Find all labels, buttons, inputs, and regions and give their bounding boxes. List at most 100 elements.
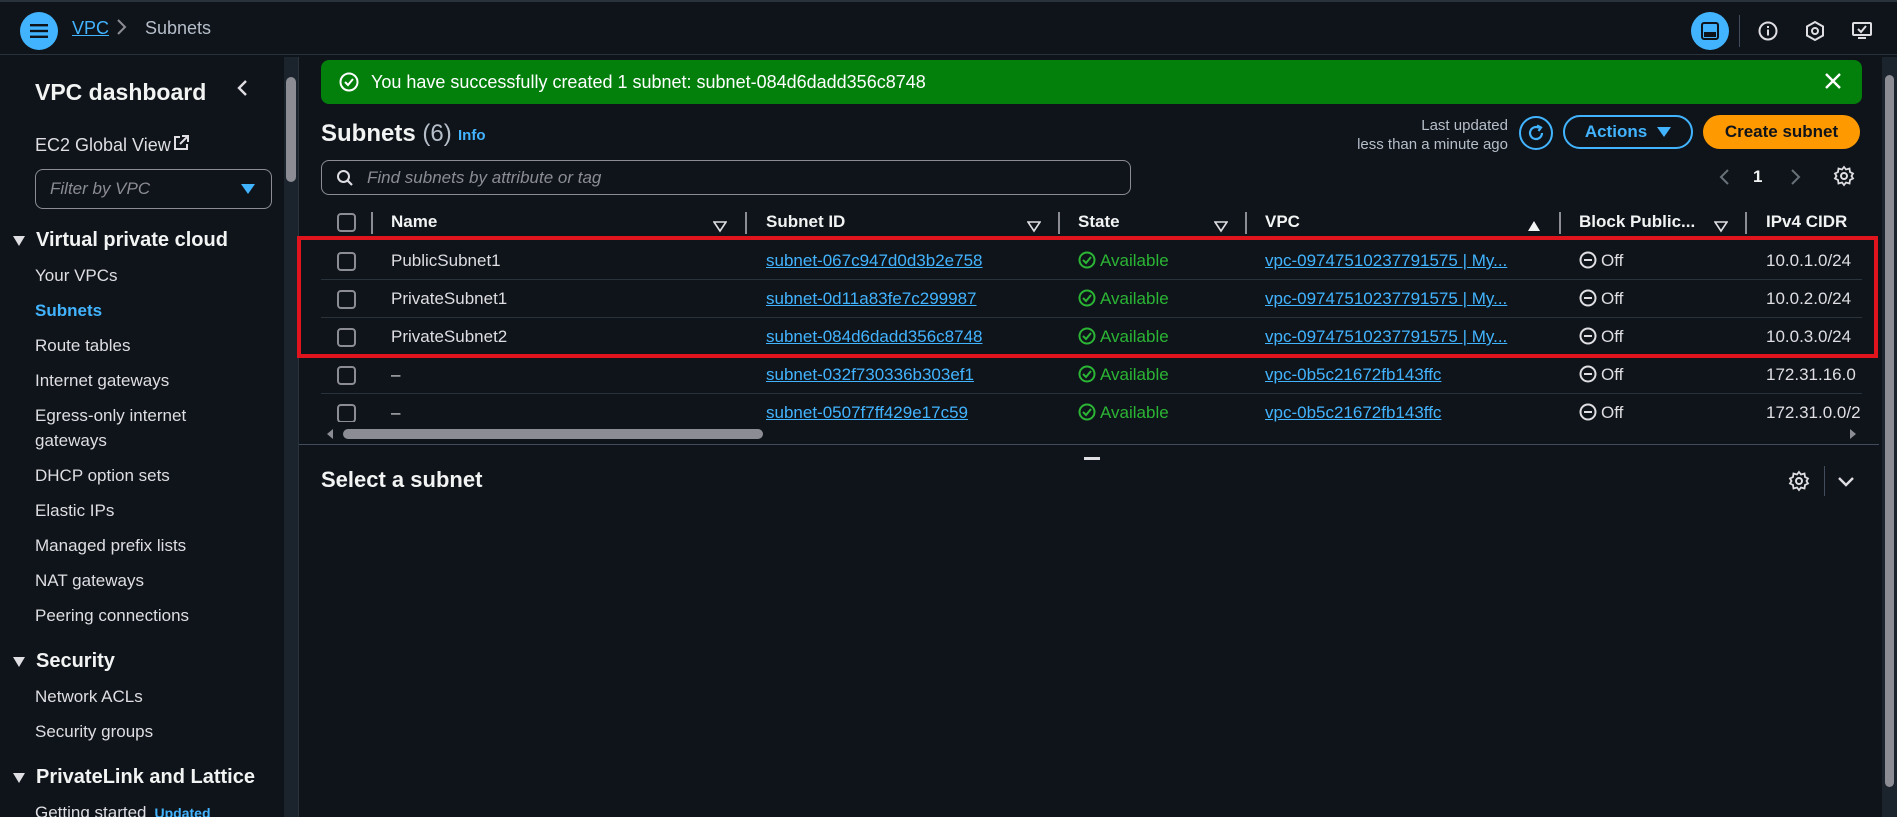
previous-page-icon[interactable] bbox=[1718, 167, 1732, 192]
row-checkbox[interactable] bbox=[337, 366, 356, 385]
gear-icon[interactable] bbox=[1833, 165, 1855, 192]
cell-name: – bbox=[391, 365, 401, 384]
current-page-number[interactable]: 1 bbox=[1753, 167, 1762, 187]
column-divider bbox=[745, 212, 747, 234]
resize-handle[interactable] bbox=[1084, 457, 1100, 460]
next-page-icon[interactable] bbox=[1788, 167, 1802, 192]
caret-down-icon bbox=[13, 656, 25, 667]
cell-ipv4-cidr: 172.31.0.0/2 bbox=[1766, 403, 1861, 422]
sidebar-item-dhcp-option-sets[interactable]: DHCP option sets bbox=[35, 463, 170, 488]
actions-button[interactable]: Actions bbox=[1563, 115, 1693, 149]
page-vertical-scrollbar[interactable] bbox=[1882, 57, 1897, 817]
highlight-annotation-box bbox=[297, 236, 1878, 358]
table-row[interactable]: – subnet-032f730336b303ef1 Available vpc… bbox=[321, 356, 1862, 394]
column-divider bbox=[371, 212, 373, 234]
breadcrumb-current: Subnets bbox=[145, 18, 212, 38]
row-checkbox[interactable] bbox=[337, 404, 356, 422]
block-public-access: Off bbox=[1579, 403, 1623, 422]
vpc-link[interactable]: vpc-0b5c21672fb143ffc bbox=[1265, 365, 1441, 385]
info-link[interactable]: Info bbox=[458, 127, 486, 144]
refresh-icon bbox=[1528, 124, 1544, 141]
sidebar-item-ec2-global-view[interactable]: EC2 Global View bbox=[35, 135, 171, 156]
sidebar-item-elastic-ips[interactable]: Elastic IPs bbox=[35, 498, 114, 523]
close-icon[interactable] bbox=[1822, 70, 1844, 97]
sidebar-item-network-acls[interactable]: Network ACLs bbox=[35, 684, 143, 709]
page-title-text: Subnets bbox=[321, 120, 416, 147]
vpc-filter-placeholder: Filter by VPC bbox=[50, 179, 151, 198]
table-horizontal-scrollbar[interactable] bbox=[321, 427, 1862, 441]
scrollbar-thumb[interactable] bbox=[343, 429, 763, 439]
sidebar-scrollbar[interactable] bbox=[284, 57, 298, 817]
top-navigation-bar: VPC Subnets bbox=[0, 0, 1897, 55]
section-privatelink-and-lattice[interactable]: PrivateLink and Lattice bbox=[13, 766, 255, 789]
sidebar-item-getting-started[interactable]: Getting started Updated bbox=[35, 800, 211, 817]
sort-ascending-icon[interactable] bbox=[1527, 217, 1541, 237]
search-icon bbox=[336, 169, 354, 192]
split-panel-divider bbox=[299, 444, 1879, 445]
sort-icon[interactable] bbox=[1713, 218, 1729, 238]
sidebar-item-route-tables[interactable]: Route tables bbox=[35, 333, 130, 358]
updated-badge: Updated bbox=[154, 805, 211, 817]
collapse-sidebar-icon[interactable] bbox=[232, 77, 254, 104]
column-header-subnet-id[interactable]: Subnet ID bbox=[766, 212, 845, 232]
sidebar-item-internet-gateways[interactable]: Internet gateways bbox=[35, 368, 169, 393]
refresh-button[interactable] bbox=[1519, 116, 1553, 150]
status-badge: Available bbox=[1078, 365, 1169, 385]
section-title: Security bbox=[36, 650, 115, 672]
check-circle-icon bbox=[339, 72, 359, 97]
notifications-icon[interactable] bbox=[1796, 12, 1834, 50]
vpc-link[interactable]: vpc-0b5c21672fb143ffc bbox=[1265, 403, 1441, 422]
section-virtual-private-cloud[interactable]: Virtual private cloud bbox=[13, 229, 228, 252]
subnet-count: (6) bbox=[422, 120, 452, 147]
section-title: Virtual private cloud bbox=[36, 229, 228, 251]
scrollbar-thumb[interactable] bbox=[1885, 75, 1894, 787]
sidebar-item-peering-connections[interactable]: Peering connections bbox=[35, 603, 189, 628]
detail-panel-title: Select a subnet bbox=[321, 467, 483, 492]
cell-name: – bbox=[391, 403, 401, 422]
check-circle-icon bbox=[1078, 365, 1096, 383]
caret-down-icon bbox=[13, 772, 25, 783]
table-header: Name Subnet ID State VPC Block Public...… bbox=[321, 206, 1862, 240]
display-preferences-icon[interactable] bbox=[1843, 12, 1881, 50]
subnet-id-link[interactable]: subnet-032f730336b303ef1 bbox=[766, 365, 974, 385]
caret-down-icon bbox=[1657, 127, 1672, 137]
column-header-ipv4-cidr[interactable]: IPv4 CIDR bbox=[1766, 212, 1847, 232]
split-panel-icon[interactable] bbox=[1691, 12, 1729, 50]
menu-icon[interactable] bbox=[20, 12, 58, 50]
divider bbox=[1824, 466, 1825, 496]
vpc-filter-select[interactable]: Filter by VPC bbox=[35, 169, 272, 209]
flash-message: You have successfully created 1 subnet: … bbox=[371, 72, 926, 92]
subnet-id-link[interactable]: subnet-0507f7ff429e17c59 bbox=[766, 403, 968, 422]
create-subnet-button[interactable]: Create subnet bbox=[1703, 115, 1860, 149]
column-header-vpc[interactable]: VPC bbox=[1265, 212, 1300, 232]
search-input[interactable]: Find subnets by attribute or tag bbox=[321, 160, 1131, 195]
column-header-state[interactable]: State bbox=[1078, 212, 1120, 232]
sort-icon[interactable] bbox=[1026, 218, 1042, 238]
sidebar-item-label: Getting started bbox=[35, 803, 147, 817]
sidebar-item-label: gateways bbox=[35, 431, 107, 450]
sort-icon[interactable] bbox=[1213, 218, 1229, 238]
sidebar-title: VPC dashboard bbox=[35, 79, 207, 105]
column-header-block-public-access[interactable]: Block Public... bbox=[1579, 212, 1695, 232]
sidebar-item-your-vpcs[interactable]: Your VPCs bbox=[35, 263, 118, 288]
table-row[interactable]: – subnet-0507f7ff429e17c59 Available vpc… bbox=[321, 394, 1862, 422]
sidebar-item-egress-only-internet-gateways[interactable]: Egress-only internet gateways bbox=[35, 403, 186, 453]
chevron-down-icon[interactable] bbox=[1835, 470, 1857, 497]
sidebar-item-security-groups[interactable]: Security groups bbox=[35, 719, 153, 744]
column-header-name[interactable]: Name bbox=[391, 212, 437, 232]
scrollbar-thumb[interactable] bbox=[286, 77, 296, 182]
sidebar-item-nat-gateways[interactable]: NAT gateways bbox=[35, 568, 144, 593]
block-public-access: Off bbox=[1579, 365, 1623, 385]
gear-icon[interactable] bbox=[1788, 470, 1810, 497]
side-navigation: VPC dashboard EC2 Global View Filter by … bbox=[0, 57, 284, 817]
breadcrumb-vpc-link[interactable]: VPC bbox=[72, 18, 109, 39]
search-placeholder: Find subnets by attribute or tag bbox=[367, 168, 602, 187]
sort-icon[interactable] bbox=[712, 218, 728, 238]
info-icon[interactable] bbox=[1749, 12, 1787, 50]
actions-label: Actions bbox=[1584, 122, 1648, 141]
select-all-checkbox[interactable] bbox=[337, 213, 356, 232]
sidebar-item-managed-prefix-lists[interactable]: Managed prefix lists bbox=[35, 533, 186, 558]
sidebar-item-label: Egress-only internet bbox=[35, 406, 187, 425]
sidebar-item-subnets[interactable]: Subnets bbox=[35, 298, 102, 323]
section-security[interactable]: Security bbox=[13, 650, 115, 673]
